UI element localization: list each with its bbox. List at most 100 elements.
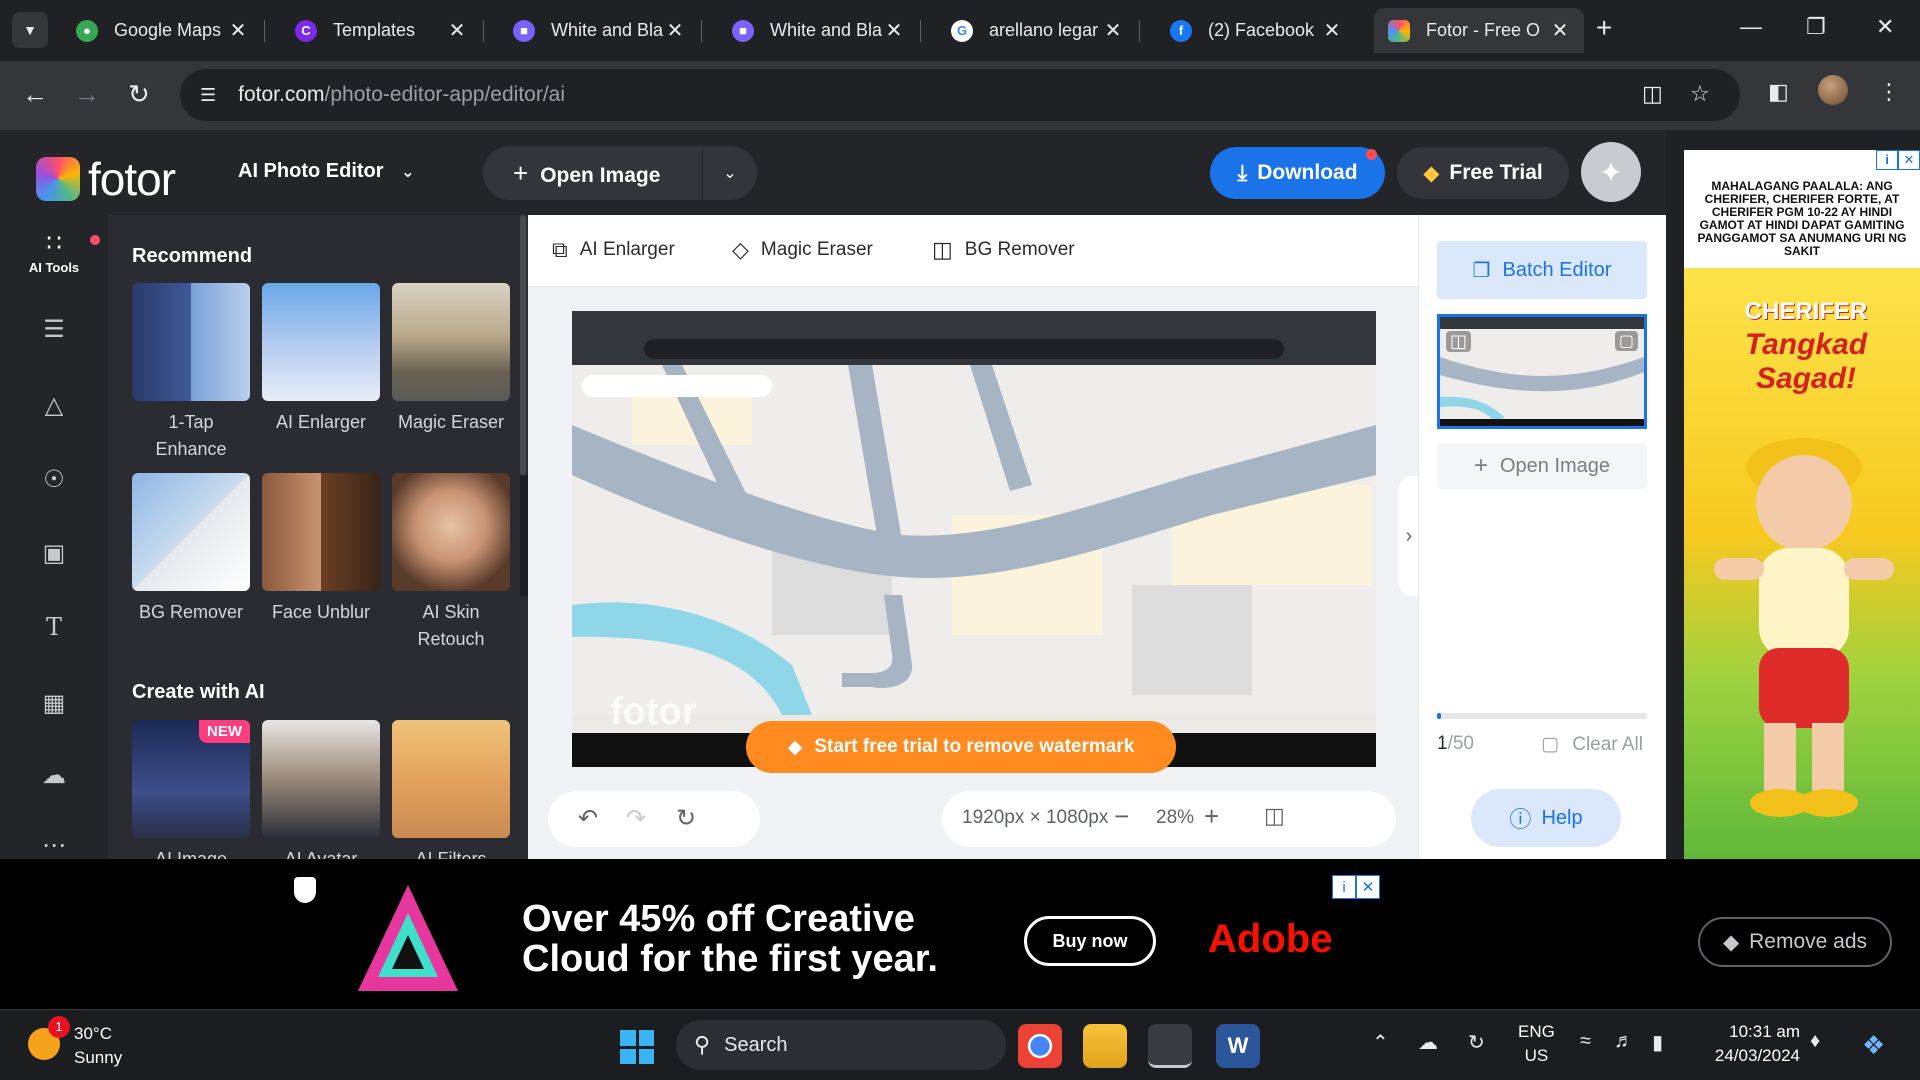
volume-icon[interactable]: ♬ (1614, 1030, 1634, 1053)
notification-bell-icon[interactable]: ♦ (1810, 1030, 1820, 1053)
tool-face-unblur[interactable]: Face Unblur (262, 473, 380, 626)
tool-ai-enlarger[interactable]: AI Enlarger (262, 283, 380, 436)
chrome-icon[interactable] (1018, 1024, 1062, 1068)
tool-1-tap-enhance[interactable]: 1-Tap Enhance (132, 283, 250, 463)
forward-arrow-icon[interactable]: → (74, 79, 100, 110)
profile-avatar[interactable] (1818, 75, 1848, 105)
zoom-level[interactable]: 28% (1156, 807, 1194, 829)
open-image-button[interactable]: + Open Image ⌄ (483, 146, 757, 200)
rail-effects[interactable]: ☉ (0, 465, 108, 494)
address-bar[interactable]: ☰ fotor.com/photo-editor-app/editor/ai ◫… (180, 69, 1740, 121)
tool-ai-skin-retouch[interactable]: AI Skin Retouch (392, 473, 510, 653)
tool-ai-avatar[interactable]: AI Avatar (262, 720, 380, 859)
word-icon[interactable]: W (1216, 1024, 1260, 1068)
reset-icon[interactable]: ↻ (676, 804, 696, 833)
expand-right-panel-button[interactable]: › (1398, 476, 1420, 596)
help-button[interactable]: ⓘ Help (1471, 789, 1621, 847)
batch-editor-button[interactable]: ❐ Batch Editor (1437, 241, 1647, 299)
layers-icon[interactable]: ◫ (1446, 331, 1472, 352)
tool-magic-eraser[interactable]: Magic Eraser (392, 283, 510, 436)
remove-ads-button[interactable]: ◆ Remove ads (1698, 917, 1892, 967)
open-image-dropdown-icon[interactable]: ⌄ (703, 163, 757, 183)
buy-now-button[interactable]: Buy now (1024, 916, 1156, 966)
info-icon[interactable]: i (1876, 150, 1898, 170)
tab-search-button[interactable]: ▼ (12, 12, 48, 48)
install-app-icon[interactable]: ◫ (1642, 81, 1663, 107)
rail-more[interactable]: ⋯ (0, 831, 108, 860)
window-close-icon[interactable]: ✕ (1876, 14, 1894, 40)
close-icon[interactable]: ✕ (1898, 150, 1920, 170)
tool-bg-remover[interactable]: BG Remover (132, 473, 250, 626)
clear-all-button[interactable]: ▢ Clear All (1541, 733, 1643, 756)
rail-upload[interactable]: ☁ (0, 761, 108, 790)
sync-icon[interactable]: ↻ (1468, 1030, 1485, 1055)
minimize-icon[interactable]: — (1740, 14, 1762, 40)
add-image-button[interactable]: + Open Image (1437, 443, 1647, 489)
side-panel-icon[interactable]: ◧ (1768, 79, 1789, 105)
info-icon[interactable]: i (1332, 875, 1356, 899)
image-thumbnail[interactable]: ◫ ▢ (1437, 314, 1647, 429)
close-icon[interactable]: ✕ (447, 18, 467, 43)
free-trial-button[interactable]: ◆ Free Trial (1397, 147, 1569, 199)
rail-text[interactable]: T (0, 613, 108, 642)
tool-ai-image[interactable]: NEW AI Image (132, 720, 250, 859)
tab-google-maps[interactable]: ● Google Maps ✕ (62, 8, 262, 53)
language-indicator[interactable]: ENG US (1518, 1020, 1555, 1068)
rail-adjust[interactable]: ☰ (0, 315, 108, 344)
close-icon[interactable]: ✕ (884, 18, 904, 43)
redo-icon[interactable]: ↷ (626, 804, 646, 833)
site-settings-icon[interactable]: ☰ (200, 85, 216, 106)
chrome-profile-icon[interactable] (1148, 1024, 1192, 1068)
close-icon[interactable]: ✕ (665, 18, 685, 43)
close-icon[interactable]: ✕ (1322, 18, 1342, 43)
download-button[interactable]: ⤓ Download (1210, 147, 1385, 199)
zoom-out-icon[interactable]: − (1114, 801, 1129, 832)
close-icon[interactable]: ✕ (1356, 875, 1380, 899)
tab-facebook[interactable]: f (2) Facebook ✕ (1156, 8, 1356, 53)
reload-icon[interactable]: ↻ (128, 79, 150, 110)
onedrive-icon[interactable]: ☁ (1418, 1030, 1438, 1055)
rail-elements[interactable]: ▦ (0, 689, 108, 718)
side-advertisement[interactable]: MAHALAGANG PAALALA: ANG CHERIFER, CHERIF… (1666, 130, 1920, 859)
restore-icon[interactable]: ❐ (1806, 14, 1826, 40)
taskbar-search[interactable]: ⚲ Search (676, 1020, 1006, 1070)
ad-choices[interactable]: i ✕ (1332, 875, 1380, 899)
rail-beauty[interactable]: △ (0, 391, 108, 420)
compare-icon[interactable]: ◫ (1264, 803, 1285, 829)
fotor-logo[interactable]: fotor (36, 152, 176, 206)
more-menu-icon[interactable]: ⋮ (1878, 79, 1900, 105)
zoom-in-icon[interactable]: + (1204, 801, 1219, 832)
file-explorer-icon[interactable] (1083, 1024, 1127, 1068)
bg-remover-tool[interactable]: ◫ BG Remover (932, 237, 1075, 263)
clock[interactable]: 10:31 am 24/03/2024 (1700, 1020, 1800, 1068)
tool-ai-filters[interactable]: AI Filters (392, 720, 510, 859)
tab-white-and-black-2[interactable]: ■ White and Bla ✕ (718, 8, 918, 53)
ad-choices[interactable]: i ✕ (1876, 150, 1920, 170)
battery-icon[interactable]: ▮ (1652, 1030, 1663, 1055)
bookmark-star-icon[interactable]: ☆ (1690, 81, 1710, 107)
chevron-up-icon[interactable]: ⌃ (1372, 1030, 1389, 1055)
close-icon[interactable]: ✕ (228, 18, 248, 43)
rail-frames[interactable]: ▣ (0, 539, 108, 568)
trash-icon[interactable]: ▢ (1614, 331, 1638, 351)
undo-icon[interactable]: ↶ (578, 804, 598, 833)
app-switcher[interactable]: AI Photo Editor ⌄ (238, 160, 415, 183)
user-avatar-button[interactable]: ✦ (1581, 142, 1641, 202)
remove-watermark-button[interactable]: ◆ Start free trial to remove watermark (746, 721, 1176, 773)
copilot-icon[interactable]: ❖ (1862, 1030, 1885, 1061)
back-arrow-icon[interactable]: ← (22, 79, 48, 110)
bottom-advertisement[interactable]: Over 45% off Creative Cloud for the firs… (0, 859, 1920, 1009)
panel-scrollbar[interactable] (520, 215, 526, 475)
new-tab-icon[interactable]: + (1596, 12, 1612, 44)
tab-templates[interactable]: C Templates ✕ (281, 8, 481, 53)
weather-widget[interactable]: 1 30°C Sunny (28, 1016, 122, 1070)
tab-white-and-black-1[interactable]: ■ White and Bla ✕ (499, 8, 699, 53)
ai-enlarger-tool[interactable]: ⧉ AI Enlarger (552, 237, 675, 263)
tab-google-search[interactable]: G arellano legar ✕ (937, 8, 1137, 53)
edited-image[interactable]: fotor (572, 311, 1376, 767)
tab-fotor[interactable]: Fotor - Free O ✕ (1374, 8, 1584, 53)
close-icon[interactable]: ✕ (1550, 18, 1570, 43)
rail-ai-tools[interactable]: ∷ AI Tools (0, 229, 108, 275)
magic-eraser-tool[interactable]: ◇ Magic Eraser (732, 237, 873, 263)
windows-start-icon[interactable] (620, 1030, 654, 1064)
